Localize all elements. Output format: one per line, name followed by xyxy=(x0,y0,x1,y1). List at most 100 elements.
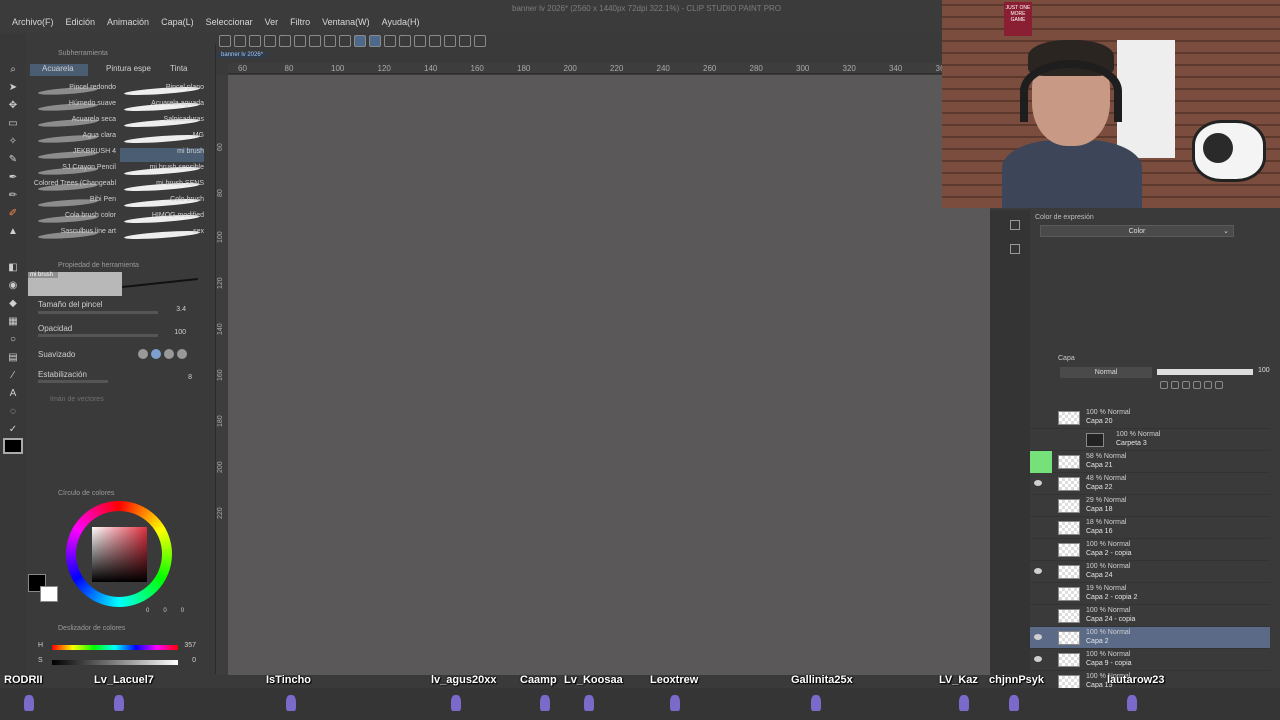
layer-row[interactable]: 100 % Normal Capa 24 - copia xyxy=(1030,605,1270,627)
brush-item[interactable]: JEKBRUSH 4 xyxy=(26,148,116,162)
lock-icon[interactable] xyxy=(1160,381,1168,389)
lock-icon[interactable] xyxy=(1204,381,1212,389)
layer-property-icon[interactable] xyxy=(1010,244,1020,254)
menu-item[interactable]: Edición xyxy=(60,17,102,27)
menu-item[interactable]: Ver xyxy=(259,17,285,27)
fill-icon[interactable] xyxy=(459,35,471,47)
document-tab[interactable]: banner lv 2026* xyxy=(217,52,268,58)
gradient-tool-icon[interactable]: ▦ xyxy=(6,316,20,328)
tab-special-paint[interactable]: Pintura espe xyxy=(94,64,152,76)
save-icon[interactable] xyxy=(249,35,261,47)
visibility-eye-icon[interactable] xyxy=(1034,568,1042,574)
export-icon[interactable] xyxy=(264,35,276,47)
lock-icon[interactable] xyxy=(1171,381,1179,389)
visibility-eye-icon[interactable] xyxy=(1034,524,1042,530)
menu-item[interactable]: Filtro xyxy=(284,17,316,27)
visibility-eye-icon[interactable] xyxy=(1034,436,1042,442)
eyedropper-icon[interactable]: ✎ xyxy=(6,154,20,166)
menu-item[interactable]: Archivo(F) xyxy=(6,17,60,27)
smoothing-option-icon[interactable] xyxy=(164,349,174,359)
brush-item[interactable]: Sasculbus line art xyxy=(26,228,116,242)
move-tool-icon[interactable]: ✥ xyxy=(6,100,20,112)
open-file-icon[interactable] xyxy=(234,35,246,47)
brush-item[interactable]: Colo brush xyxy=(120,196,204,210)
stabilization-value[interactable]: 8 xyxy=(172,374,192,381)
canvas[interactable] xyxy=(228,75,990,675)
visibility-eye-icon[interactable] xyxy=(1034,590,1042,596)
lock-icon[interactable] xyxy=(1193,381,1201,389)
pen-tool-icon[interactable]: ✒ xyxy=(6,172,20,184)
layer-row[interactable]: 100 % Normal Capa 2 xyxy=(1030,627,1270,649)
visibility-eye-icon[interactable] xyxy=(1030,451,1052,473)
fill-tool-icon[interactable]: ◆ xyxy=(6,298,20,310)
eraser-tool-icon[interactable]: ◧ xyxy=(6,262,20,274)
snap-grid-icon[interactable] xyxy=(369,35,381,47)
brush-item[interactable]: sex xyxy=(120,228,204,242)
layer-row[interactable]: 48 % Normal Capa 22 xyxy=(1030,473,1270,495)
stabilization-slider[interactable] xyxy=(38,380,108,383)
blend-tool-icon[interactable]: ◉ xyxy=(6,280,20,292)
brush-tool-icon[interactable]: ✐ xyxy=(6,208,20,220)
brush-item[interactable]: Bibi Pen xyxy=(26,196,116,210)
selection-tool-icon[interactable]: ▭ xyxy=(6,118,20,130)
lock-icon[interactable] xyxy=(1215,381,1223,389)
lock-icon[interactable] xyxy=(1182,381,1190,389)
brush-item[interactable]: Agua clara xyxy=(26,132,116,146)
brush-item[interactable]: Salpicaduras xyxy=(120,116,204,130)
brush-item[interactable]: Acuarela seca xyxy=(26,116,116,130)
visibility-eye-icon[interactable] xyxy=(1034,546,1042,552)
flip-icon[interactable] xyxy=(414,35,426,47)
pencil-tool-icon[interactable]: ✏ xyxy=(6,190,20,202)
balloon-tool-icon[interactable]: ◌ xyxy=(6,406,20,418)
background-color-swatch[interactable] xyxy=(40,586,58,602)
correction-tool-icon[interactable]: ✓ xyxy=(6,424,20,436)
figure-tool-icon[interactable]: ○ xyxy=(6,334,20,346)
brush-item[interactable]: mi brush sensible xyxy=(120,164,204,178)
layout-icon[interactable] xyxy=(474,35,486,47)
operation-tool-icon[interactable]: ➤ xyxy=(6,82,20,94)
undo-icon[interactable] xyxy=(279,35,291,47)
ruler-tool-icon[interactable]: ∕ xyxy=(6,370,20,382)
smoothing-options[interactable] xyxy=(138,349,198,359)
brush-item[interactable]: Acuarela aguada xyxy=(120,100,204,114)
brush-size-slider[interactable] xyxy=(38,311,158,314)
smoothing-option-icon[interactable] xyxy=(138,349,148,359)
saturation-slider[interactable] xyxy=(52,660,178,665)
menu-item[interactable]: Animación xyxy=(101,17,155,27)
menu-item[interactable]: Ayuda(H) xyxy=(376,17,426,27)
brush-item[interactable]: Húmedo suave xyxy=(26,100,116,114)
brush-item[interactable]: Pincel plano xyxy=(120,84,204,98)
layer-row[interactable]: 18 % Normal Capa 16 xyxy=(1030,517,1270,539)
snap-ruler-icon[interactable] xyxy=(354,35,366,47)
layer-row[interactable]: 100 % Normal Capa 9 - copia xyxy=(1030,649,1270,671)
frame-tool-icon[interactable]: ▤ xyxy=(6,352,20,364)
menu-item[interactable]: Capa(L) xyxy=(155,17,200,27)
saturation-value-square[interactable] xyxy=(92,527,147,582)
zoom-tool-icon[interactable]: ⌕ xyxy=(6,64,20,76)
brush-size-value[interactable]: 3.4 xyxy=(166,306,186,313)
visibility-eye-icon[interactable] xyxy=(1034,612,1042,618)
layer-row[interactable]: 100 % Normal Carpeta 3 xyxy=(1030,429,1270,451)
layer-row[interactable]: 19 % Normal Capa 2 - copia 2 xyxy=(1030,583,1270,605)
auto-select-icon[interactable]: ✧ xyxy=(6,136,20,148)
menu-item[interactable]: Ventana(W) xyxy=(316,17,376,27)
smoothing-option-icon[interactable] xyxy=(177,349,187,359)
layer-opacity-value[interactable]: 100 xyxy=(1258,367,1270,374)
brush-item[interactable]: Pincel redondo xyxy=(26,84,116,98)
brush-item[interactable]: mi brush SENS xyxy=(120,180,204,194)
visibility-eye-icon[interactable] xyxy=(1034,480,1042,486)
rotate-icon[interactable] xyxy=(429,35,441,47)
redo-icon[interactable] xyxy=(294,35,306,47)
text-tool-icon[interactable]: A xyxy=(6,388,20,400)
opacity-value[interactable]: 100 xyxy=(166,329,186,336)
brush-item[interactable]: HIMOG modified xyxy=(120,212,204,226)
blend-mode-select[interactable]: Normal xyxy=(1060,367,1152,378)
airbrush-tool-icon[interactable]: ▲ xyxy=(6,226,20,238)
tab-ink[interactable]: Tinta xyxy=(158,64,198,76)
opacity-slider[interactable] xyxy=(38,334,158,337)
color-expression-select[interactable]: Color ⌄ xyxy=(1040,225,1234,237)
color-wheel[interactable] xyxy=(66,501,172,607)
navigator-icon[interactable] xyxy=(1010,220,1020,230)
saturation-value[interactable]: 0 xyxy=(176,657,196,664)
layer-row[interactable]: 29 % Normal Capa 18 xyxy=(1030,495,1270,517)
